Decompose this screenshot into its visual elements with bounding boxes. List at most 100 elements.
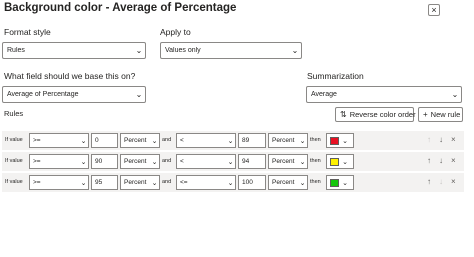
arrow-down-icon[interactable]: ↓ — [439, 135, 443, 144]
chevron-down-icon: ⌄ — [151, 179, 158, 187]
rule-value-2-input[interactable]: 89 — [238, 133, 266, 148]
if-value-label: If value — [5, 179, 23, 185]
chevron-down-icon: ⌄ — [299, 137, 306, 145]
chevron-down-icon: ⌄ — [291, 46, 299, 55]
rule-value-1-input[interactable]: 95 — [91, 175, 118, 190]
rule-operator-2-value: < — [180, 158, 184, 165]
arrow-up-icon[interactable]: ↑ — [427, 135, 431, 144]
rule-unit-2-dropdown[interactable]: Percent ⌄ — [268, 175, 308, 190]
rule-row: If value >= ⌄ 90 Percent ⌄ and < ⌄ 94 Pe… — [2, 152, 464, 171]
delete-icon[interactable]: × — [451, 135, 456, 144]
chevron-down-icon: ⌄ — [342, 179, 348, 187]
rule-unit-1-value: Percent — [124, 179, 147, 186]
rule-value-1-input[interactable]: 0 — [91, 133, 118, 148]
chevron-down-icon: ⌄ — [299, 158, 306, 166]
then-label: then — [310, 179, 321, 185]
arrow-down-icon[interactable]: ↓ — [439, 177, 443, 186]
chevron-down-icon: ⌄ — [80, 158, 87, 166]
if-value-label: If value — [5, 137, 23, 143]
rule-value-2-input[interactable]: 94 — [238, 154, 266, 169]
rule-color-picker[interactable]: ⌄ — [326, 133, 354, 148]
arrow-down-icon[interactable]: ↓ — [439, 156, 443, 165]
rule-value-2: 100 — [242, 179, 253, 186]
and-label: and — [162, 158, 172, 164]
apply-to-dropdown[interactable]: Values only ⌄ — [160, 42, 302, 59]
rule-operator-2-dropdown[interactable]: <= ⌄ — [176, 175, 236, 190]
rule-unit-1-dropdown[interactable]: Percent ⌄ — [120, 133, 160, 148]
chevron-down-icon: ⌄ — [135, 90, 143, 99]
rule-unit-1-dropdown[interactable]: Percent ⌄ — [120, 154, 160, 169]
summarization-label: Summarization — [307, 71, 364, 81]
new-rule-button[interactable]: + New rule — [418, 107, 463, 122]
rule-unit-2-dropdown[interactable]: Percent ⌄ — [268, 154, 308, 169]
base-field-dropdown[interactable]: Average of Percentage ⌄ — [2, 86, 146, 103]
rule-unit-2-value: Percent — [272, 158, 295, 165]
dialog-title: Background color - Average of Percentage — [4, 2, 237, 14]
chevron-down-icon: ⌄ — [227, 137, 234, 145]
then-label: then — [310, 158, 321, 164]
chevron-down-icon: ⌄ — [227, 158, 234, 166]
rule-value-2: 94 — [242, 158, 250, 165]
summarization-dropdown[interactable]: Average ⌄ — [306, 86, 462, 103]
rule-color-picker[interactable]: ⌄ — [326, 175, 354, 190]
rule-value-1: 95 — [95, 179, 103, 186]
format-style-label: Format style — [4, 27, 51, 37]
rule-row: If value >= ⌄ 0 Percent ⌄ and < ⌄ 89 Per… — [2, 131, 464, 150]
rule-color-picker[interactable]: ⌄ — [326, 154, 354, 169]
rule-value-1-input[interactable]: 90 — [91, 154, 118, 169]
rule-operator-2-value: < — [180, 137, 184, 144]
rule-unit-1-dropdown[interactable]: Percent ⌄ — [120, 175, 160, 190]
chevron-down-icon: ⌄ — [451, 90, 459, 99]
rule-unit-2-dropdown[interactable]: Percent ⌄ — [268, 133, 308, 148]
rule-operator-2-dropdown[interactable]: < ⌄ — [176, 154, 236, 169]
summarization-value: Average — [311, 91, 337, 98]
color-swatch — [330, 136, 339, 145]
chevron-down-icon: ⌄ — [80, 179, 87, 187]
rule-operator-1-value: >= — [33, 179, 41, 186]
rules-label: Rules — [4, 109, 24, 118]
arrow-up-icon[interactable]: ↑ — [427, 177, 431, 186]
reverse-color-order-label: Reverse color order — [349, 110, 416, 119]
arrow-up-icon[interactable]: ↑ — [427, 156, 431, 165]
and-label: and — [162, 137, 172, 143]
close-icon: × — [431, 4, 437, 15]
chevron-down-icon: ⌄ — [299, 179, 306, 187]
reverse-icon: ⇅ — [340, 110, 347, 119]
if-value-label: If value — [5, 158, 23, 164]
chevron-down-icon: ⌄ — [135, 46, 143, 55]
rule-operator-1-dropdown[interactable]: >= ⌄ — [29, 175, 89, 190]
chevron-down-icon: ⌄ — [227, 179, 234, 187]
chevron-down-icon: ⌄ — [342, 137, 348, 145]
rule-value-1: 90 — [95, 158, 103, 165]
new-rule-label: New rule — [430, 110, 461, 119]
rule-unit-2-value: Percent — [272, 179, 295, 186]
rule-unit-2-value: Percent — [272, 137, 295, 144]
format-style-dropdown[interactable]: Rules ⌄ — [2, 42, 146, 59]
color-swatch — [330, 178, 339, 187]
rule-operator-1-dropdown[interactable]: >= ⌄ — [29, 133, 89, 148]
delete-icon[interactable]: × — [451, 177, 456, 186]
rule-unit-1-value: Percent — [124, 158, 147, 165]
rule-row: If value >= ⌄ 95 Percent ⌄ and <= ⌄ 100 … — [2, 173, 464, 192]
plus-icon: + — [423, 110, 428, 119]
reverse-color-order-button[interactable]: ⇅ Reverse color order — [335, 107, 416, 122]
rule-operator-1-value: >= — [33, 158, 41, 165]
base-field-label: What field should we base this on? — [4, 71, 136, 81]
and-label: and — [162, 179, 172, 185]
rule-value-2-input[interactable]: 100 — [238, 175, 266, 190]
close-button[interactable]: × — [428, 4, 440, 16]
chevron-down-icon: ⌄ — [80, 137, 87, 145]
chevron-down-icon: ⌄ — [342, 158, 348, 166]
color-swatch — [330, 157, 339, 166]
rule-value-1: 0 — [95, 137, 99, 144]
then-label: then — [310, 137, 321, 143]
rule-operator-1-value: >= — [33, 137, 41, 144]
apply-to-value: Values only — [165, 47, 201, 54]
apply-to-label: Apply to — [160, 27, 191, 37]
rule-operator-2-dropdown[interactable]: < ⌄ — [176, 133, 236, 148]
rule-unit-1-value: Percent — [124, 137, 147, 144]
rule-operator-1-dropdown[interactable]: >= ⌄ — [29, 154, 89, 169]
chevron-down-icon: ⌄ — [151, 137, 158, 145]
delete-icon[interactable]: × — [451, 156, 456, 165]
chevron-down-icon: ⌄ — [151, 158, 158, 166]
